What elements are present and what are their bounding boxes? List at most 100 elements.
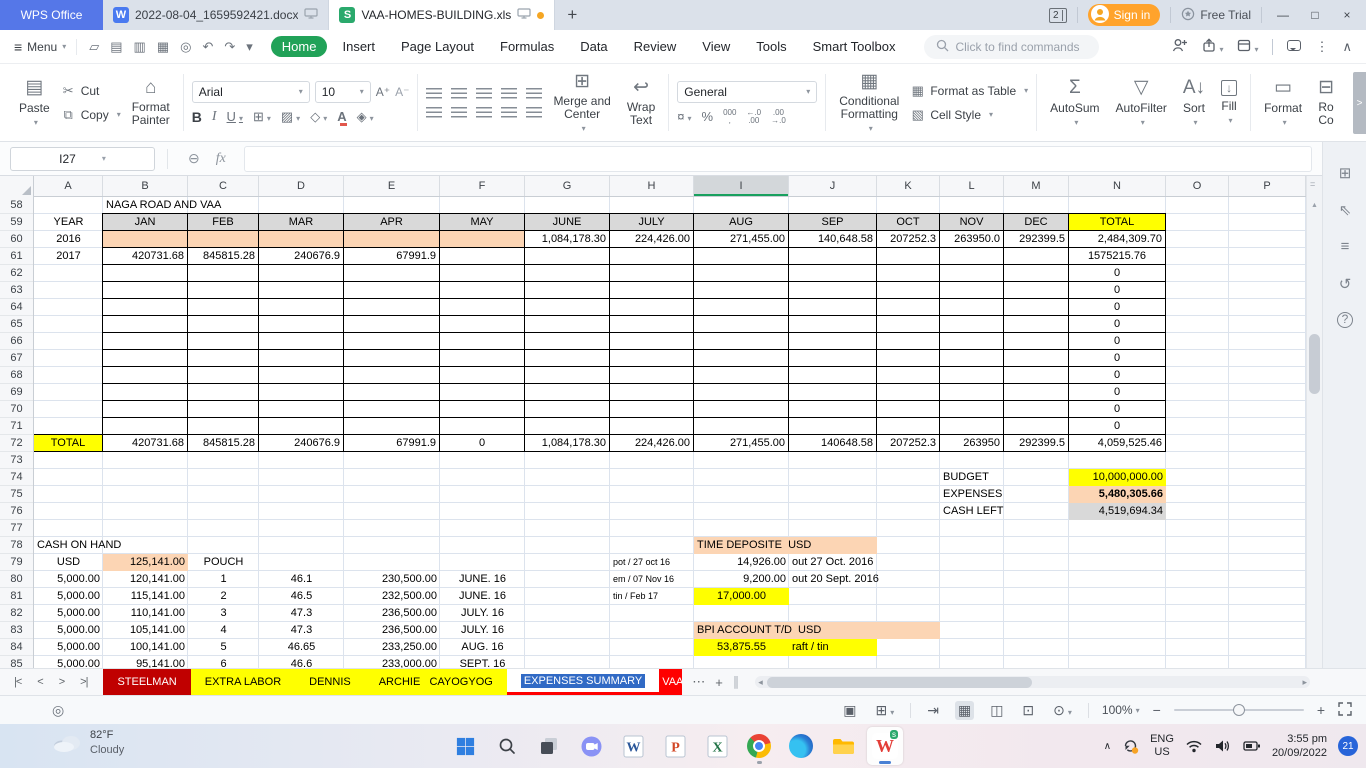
sheet-tab-vaa[interactable]: VAA	[659, 669, 683, 695]
paste-button[interactable]: ▤ Paste	[14, 76, 55, 129]
cell-D72[interactable]: 240676.9	[258, 434, 344, 452]
cell-G59[interactable]: JUNE	[524, 213, 610, 231]
cell-D62[interactable]	[258, 264, 344, 282]
cell-G69[interactable]	[524, 383, 610, 401]
cell-H63[interactable]	[609, 281, 694, 299]
command-search[interactable]: Click to find commands	[924, 34, 1100, 59]
cell-M59[interactable]: DEC	[1003, 213, 1069, 231]
cell-J80[interactable]: out 20 Sept. 2016	[789, 571, 940, 588]
cell-E70[interactable]	[343, 400, 440, 418]
copy-button[interactable]: ⧉ Copy	[61, 107, 121, 123]
first-sheet-button[interactable]: |<	[6, 669, 29, 695]
cell-L68[interactable]	[939, 366, 1004, 384]
cell-G70[interactable]	[524, 400, 610, 418]
percent-format-icon[interactable]: %	[702, 109, 714, 124]
cell-B80[interactable]: 120,141.00	[103, 571, 188, 588]
cell-B68[interactable]	[102, 366, 188, 384]
menu-tab-smart-toolbox[interactable]: Smart Toolbox	[802, 36, 907, 57]
page-layout-view-icon[interactable]: ⊡	[1019, 701, 1037, 720]
undo-icon[interactable]: ↶	[202, 39, 213, 55]
ribbon-scroll-right-button[interactable]: >	[1353, 72, 1366, 134]
cell-M71[interactable]	[1003, 417, 1069, 435]
menu-tab-home[interactable]: Home	[270, 36, 328, 57]
cell-M66[interactable]	[1003, 332, 1069, 350]
adjust-settings-icon[interactable]: ≡	[1323, 238, 1366, 255]
cell-B82[interactable]: 110,141.00	[103, 605, 188, 622]
insert-cells-icon[interactable]: ⊞	[872, 701, 897, 720]
align-bottom-icon[interactable]	[476, 87, 493, 99]
cell-F72[interactable]: 0	[439, 434, 525, 452]
cell-I84[interactable]: 53,875.55	[694, 639, 789, 656]
last-sheet-button[interactable]: >|	[72, 669, 95, 695]
menu-button[interactable]: ≡ Menu ▾	[0, 39, 76, 55]
cell-H61[interactable]	[609, 247, 694, 265]
column-header-J[interactable]: J	[789, 176, 877, 196]
cell-C80[interactable]: 1	[188, 571, 259, 588]
row-header-80[interactable]: 80	[0, 571, 33, 588]
cell-I64[interactable]	[693, 298, 789, 316]
cell-J62[interactable]	[788, 264, 877, 282]
increase-decimal-icon[interactable]: ←.0 .00	[746, 108, 761, 125]
cell-D84[interactable]: 46.65	[259, 639, 344, 656]
battery-icon[interactable]	[1243, 740, 1261, 752]
cell-F67[interactable]	[439, 349, 525, 367]
cell-H80[interactable]: em / 07 Nov 16	[610, 571, 694, 588]
cell-M61[interactable]	[1003, 247, 1069, 265]
cell-I59[interactable]: AUG	[693, 213, 789, 231]
cell-H72[interactable]: 224,426.00	[609, 434, 694, 452]
redo-icon[interactable]: ↷	[224, 39, 235, 55]
column-header-F[interactable]: F	[440, 176, 525, 196]
cell-G71[interactable]	[524, 417, 610, 435]
cell-B81[interactable]: 115,141.00	[103, 588, 188, 605]
column-header-D[interactable]: D	[259, 176, 344, 196]
cell-F64[interactable]	[439, 298, 525, 316]
cell-A60[interactable]: 2016	[34, 231, 103, 248]
cell-N64[interactable]: 0	[1068, 298, 1166, 316]
cell-K69[interactable]	[876, 383, 940, 401]
volume-icon[interactable]	[1214, 739, 1232, 753]
cell-C70[interactable]	[187, 400, 259, 418]
column-header-H[interactable]: H	[610, 176, 694, 196]
horizontal-scroll-thumb[interactable]	[767, 677, 1033, 688]
start-button[interactable]	[447, 727, 483, 765]
row-header-79[interactable]: 79	[0, 554, 33, 571]
cell-B62[interactable]	[102, 264, 188, 282]
cell-B63[interactable]	[102, 281, 188, 299]
cell-K67[interactable]	[876, 349, 940, 367]
cell-M70[interactable]	[1003, 400, 1069, 418]
cell-L71[interactable]	[939, 417, 1004, 435]
notification-count-badge[interactable]: 21	[1338, 736, 1358, 756]
row-header-85[interactable]: 85	[0, 656, 33, 668]
cell-D60[interactable]	[258, 230, 344, 248]
row-header-68[interactable]: 68	[0, 367, 33, 384]
cell-E59[interactable]: APR	[343, 213, 440, 231]
cell-I83[interactable]: BPI ACCOUNT T/D USD	[694, 622, 940, 639]
align-left-icon[interactable]	[426, 106, 443, 118]
reading-layout-icon[interactable]: ⊙	[1050, 701, 1075, 720]
cell-C67[interactable]	[187, 349, 259, 367]
update-sync-icon[interactable]	[1122, 738, 1139, 754]
cell-C72[interactable]: 845815.28	[187, 434, 259, 452]
cell-B64[interactable]	[102, 298, 188, 316]
menu-tab-view[interactable]: View	[691, 36, 741, 57]
cell-C64[interactable]	[187, 298, 259, 316]
cell-L70[interactable]	[939, 400, 1004, 418]
cell-N70[interactable]: 0	[1068, 400, 1166, 418]
cell-I62[interactable]	[693, 264, 789, 282]
font-color-button[interactable]: A	[337, 109, 348, 126]
name-box[interactable]: I27 ▾	[10, 146, 155, 171]
row-header-61[interactable]: 61	[0, 248, 33, 265]
cell-B70[interactable]	[102, 400, 188, 418]
cell-G72[interactable]: 1,084,178.30	[524, 434, 610, 452]
cell-I66[interactable]	[693, 332, 789, 350]
cell-G60[interactable]: 1,084,178.30	[524, 230, 610, 248]
page-break-preview-icon[interactable]: ◫	[987, 701, 1006, 720]
sheet-tab-archie-cayogyog[interactable]: ARCHIE CAYOGYOG	[364, 669, 507, 695]
cell-F84[interactable]: AUG. 16	[440, 639, 525, 656]
zoom-slider[interactable]	[1173, 704, 1304, 716]
cell-N75[interactable]: 5,480,305.66	[1069, 486, 1166, 503]
save-icon[interactable]: ▤	[110, 39, 122, 55]
excel-button[interactable]: X	[699, 727, 735, 765]
cell-B71[interactable]	[102, 417, 188, 435]
share-icon[interactable]	[1202, 38, 1223, 55]
